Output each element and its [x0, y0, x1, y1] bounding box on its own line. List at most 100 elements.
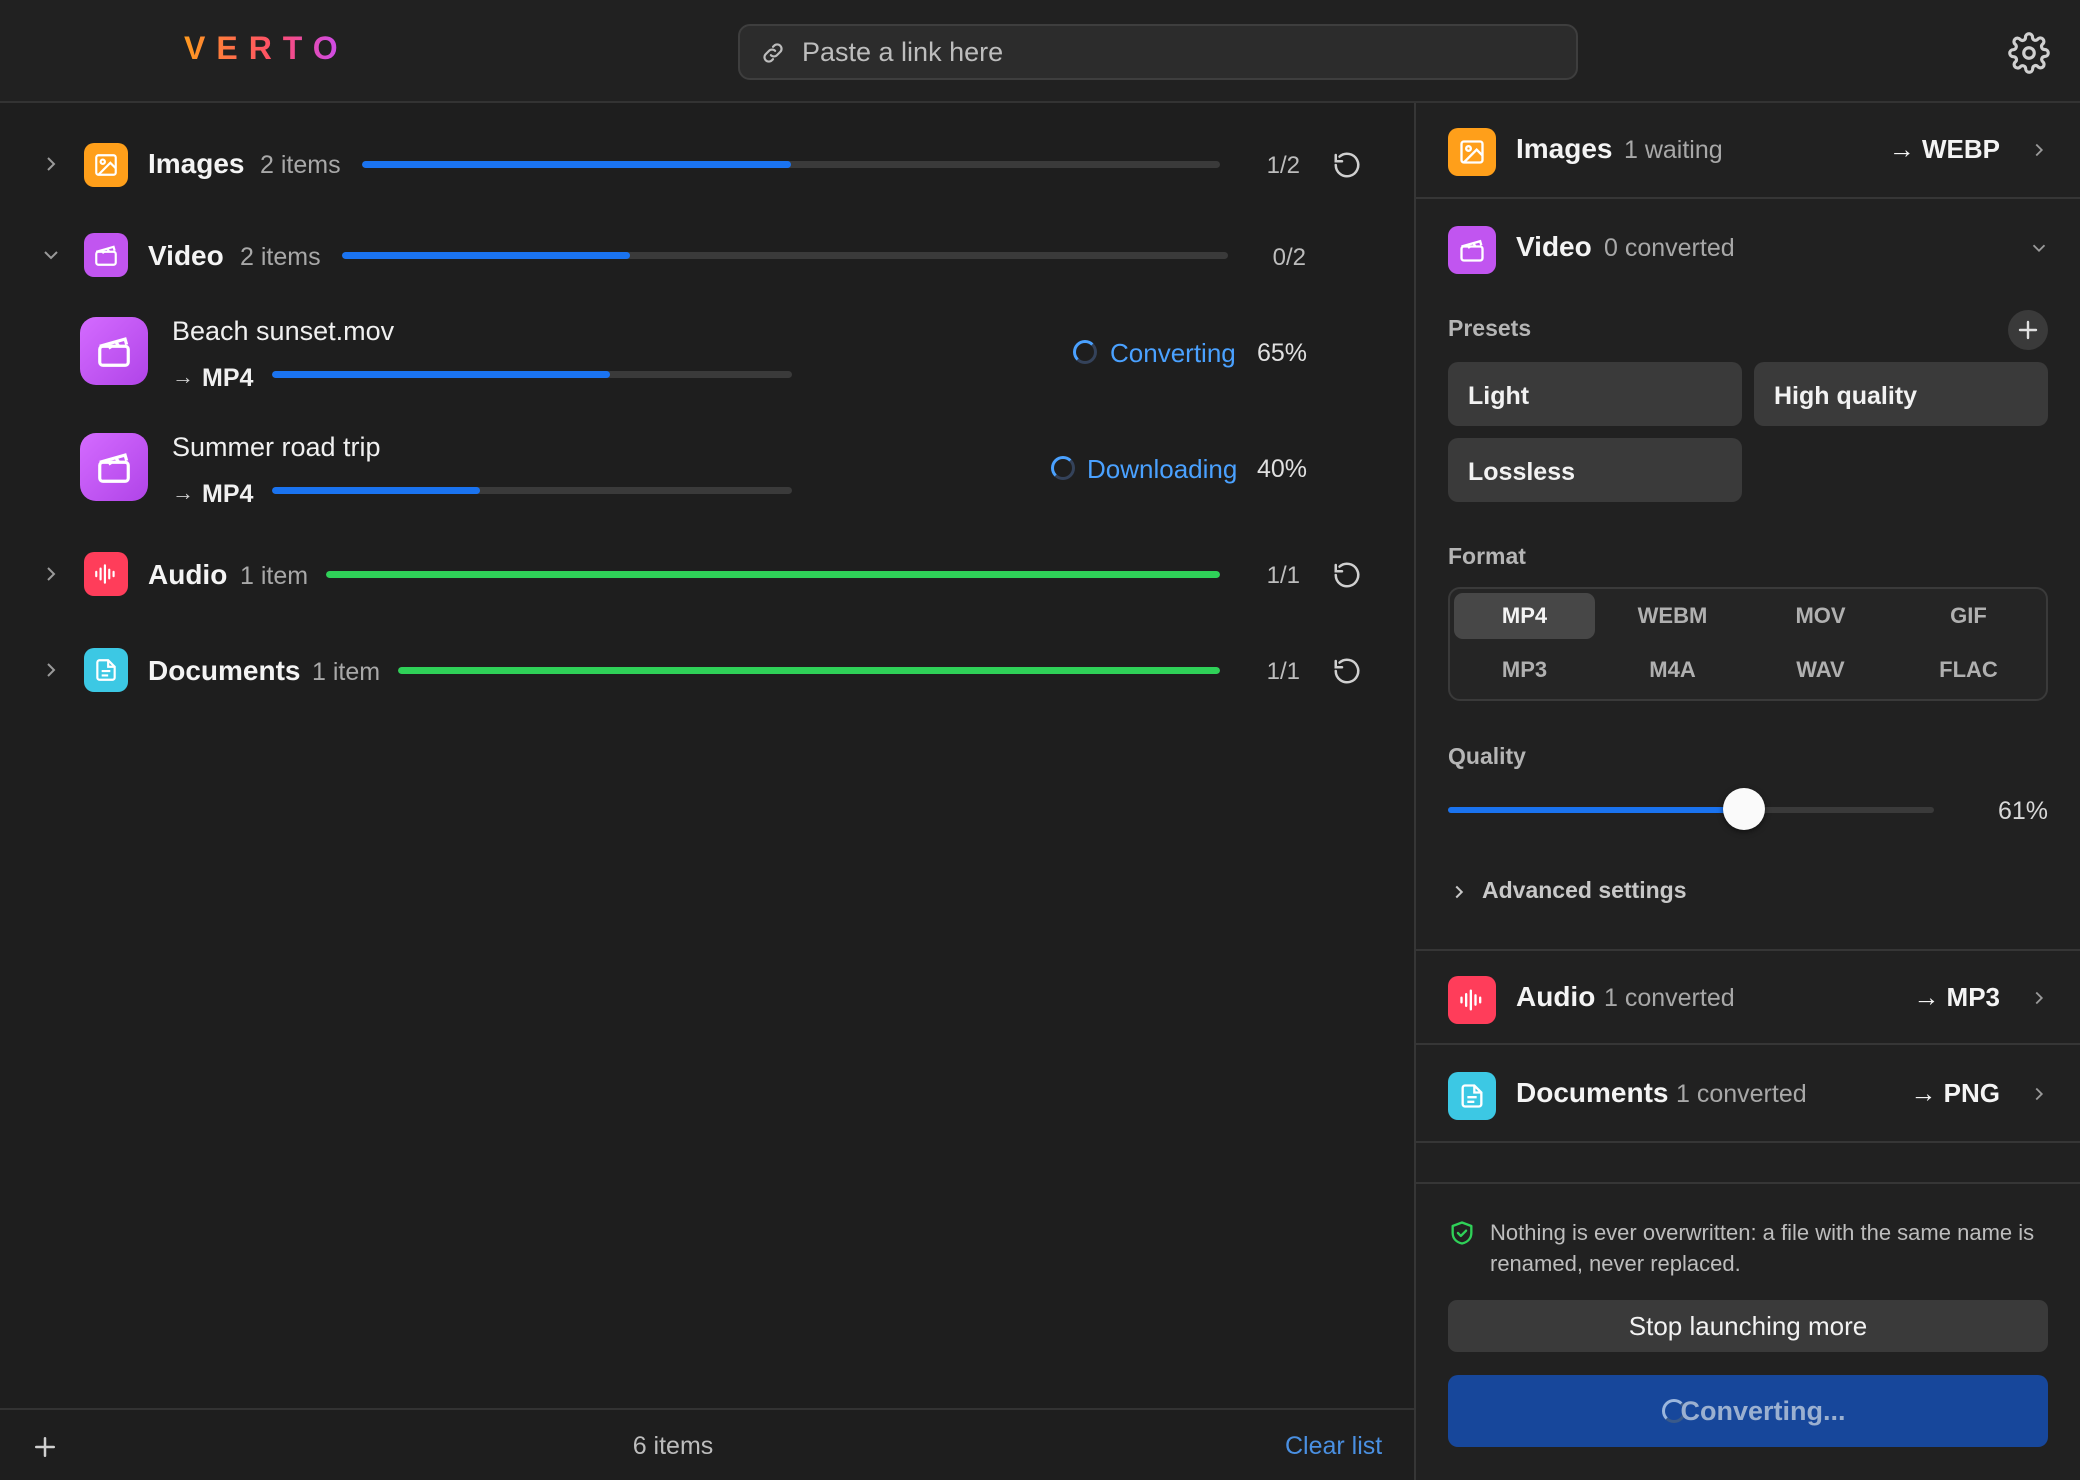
panel-section-video[interactable]: Video 0 converted — [1416, 201, 2080, 297]
overwrite-notice: Nothing is ever overwritten: a file with… — [1490, 1220, 2035, 1276]
group-progress — [342, 252, 1228, 259]
file-arrow: → — [172, 480, 194, 505]
group-progress — [398, 667, 1220, 674]
retry-icon[interactable] — [1332, 560, 1362, 590]
section-status: 0 converted — [1604, 234, 1735, 262]
section-status: 1 converted — [1604, 984, 1735, 1012]
preset-lossless[interactable]: Lossless — [1448, 438, 1742, 502]
queue-footer: 6 items Clear list — [0, 1408, 1414, 1480]
section-title: Images — [1516, 133, 1613, 164]
progress-fill — [272, 371, 610, 378]
document-icon — [1448, 1072, 1496, 1120]
format-selector: MP4 WEBM MOV GIF MP3 M4A WAV FLAC — [1448, 587, 2048, 701]
quality-value: 61% — [1997, 797, 2048, 825]
chevron-down-icon[interactable] — [2028, 237, 2050, 259]
link-field[interactable] — [738, 24, 1578, 80]
panel-separator — [1416, 1182, 2080, 1184]
file-progress — [272, 371, 792, 378]
spinner-icon — [1051, 456, 1075, 480]
preset-light[interactable]: Light — [1448, 362, 1742, 426]
group-ratio: 1/2 — [1266, 152, 1300, 179]
progress-fill — [342, 252, 630, 259]
chevron-right-icon[interactable] — [39, 152, 63, 176]
settings-panel: Images 1 waiting → WEBP Video 0 converte… — [1416, 103, 2080, 1480]
link-input[interactable] — [802, 26, 1562, 78]
file-name: Summer road trip — [172, 432, 381, 462]
quality-slider-handle[interactable] — [1723, 788, 1766, 830]
chevron-right-icon[interactable] — [2028, 1083, 2050, 1105]
format-option-flac[interactable]: FLAC — [1898, 647, 2039, 693]
chevron-down-icon[interactable] — [39, 243, 63, 267]
progress-fill — [326, 571, 1220, 578]
group-title: Documents — [148, 655, 301, 686]
image-icon — [84, 143, 128, 187]
group-title: Video — [148, 240, 224, 271]
panel-section-images[interactable]: Images 1 waiting → WEBP — [1416, 103, 2080, 199]
group-ratio: 1/1 — [1266, 658, 1300, 685]
format-option-webm[interactable]: WEBM — [1602, 593, 1743, 639]
group-count: 1 item — [312, 658, 381, 686]
spinner-icon — [1073, 340, 1097, 364]
group-title: Images — [148, 148, 245, 179]
clapperboard-icon — [80, 433, 148, 501]
chevron-right-icon[interactable] — [39, 562, 63, 586]
clapperboard-icon — [1448, 226, 1496, 274]
waveform-icon — [1448, 976, 1496, 1024]
chevron-right-icon[interactable] — [39, 658, 63, 682]
advanced-settings-label: Advanced settings — [1482, 877, 1687, 903]
file-target-format: MP4 — [202, 364, 254, 392]
section-target-format: → MP3 — [1913, 982, 2000, 1012]
clapperboard-icon — [84, 233, 128, 277]
section-title: Video — [1516, 231, 1592, 262]
group-progress — [362, 161, 1220, 168]
converting-label: Converting... — [1680, 1396, 1846, 1426]
format-option-mp4[interactable]: MP4 — [1454, 593, 1595, 639]
stop-launching-button[interactable]: Stop launching more — [1448, 1300, 2048, 1352]
clapperboard-icon — [80, 317, 148, 385]
group-title: Audio — [148, 559, 228, 590]
file-status: Converting — [1110, 338, 1236, 368]
preset-high-quality[interactable]: High quality — [1754, 362, 2048, 426]
clear-list-button[interactable]: Clear list — [1285, 1432, 1382, 1461]
file-arrow: → — [172, 364, 194, 389]
file-percent: 65% — [1257, 339, 1308, 367]
panel-section-documents[interactable]: Documents 1 converted → PNG — [1416, 1047, 2080, 1143]
file-percent: 40% — [1257, 455, 1308, 483]
progress-fill — [398, 667, 1220, 674]
add-preset-icon[interactable] — [2008, 310, 2048, 350]
section-title: Audio — [1516, 981, 1596, 1012]
waveform-icon — [84, 552, 128, 596]
group-count: 1 item — [240, 562, 309, 590]
retry-icon[interactable] — [1332, 656, 1362, 686]
converting-button[interactable]: Converting... — [1448, 1375, 2048, 1447]
format-option-gif[interactable]: GIF — [1898, 593, 2039, 639]
file-progress — [272, 487, 792, 494]
document-icon — [84, 648, 128, 692]
item-total: 6 items — [632, 1432, 714, 1460]
quality-slider-fill — [1448, 807, 1745, 813]
group-progress — [326, 571, 1220, 578]
chevron-right-icon[interactable] — [2028, 987, 2050, 1009]
quality-label: Quality — [1448, 743, 1526, 769]
link-icon — [763, 43, 783, 63]
chevron-right-icon[interactable] — [2028, 139, 2050, 161]
group-count: 2 items — [260, 151, 341, 179]
file-target-format: MP4 — [202, 480, 254, 508]
quality-slider[interactable] — [1448, 788, 1934, 830]
group-ratio: 1/1 — [1266, 562, 1300, 589]
format-option-mov[interactable]: MOV — [1750, 593, 1891, 639]
group-ratio: 0/2 — [1272, 244, 1306, 271]
panel-section-audio[interactable]: Audio 1 converted → MP3 — [1416, 949, 2080, 1045]
shield-check-icon — [1451, 1221, 1473, 1245]
format-option-mp3[interactable]: MP3 — [1454, 647, 1595, 693]
format-option-wav[interactable]: WAV — [1750, 647, 1891, 693]
format-option-m4a[interactable]: M4A — [1602, 647, 1743, 693]
section-target-format: → PNG — [1910, 1078, 2000, 1108]
gear-icon[interactable] — [2008, 32, 2050, 74]
chevron-right-icon — [1455, 885, 1464, 899]
progress-fill — [272, 487, 480, 494]
retry-icon[interactable] — [1332, 150, 1362, 180]
top-bar: VERTO — [0, 0, 2080, 103]
file-status: Downloading — [1087, 454, 1238, 484]
format-label: Format — [1448, 543, 1526, 569]
